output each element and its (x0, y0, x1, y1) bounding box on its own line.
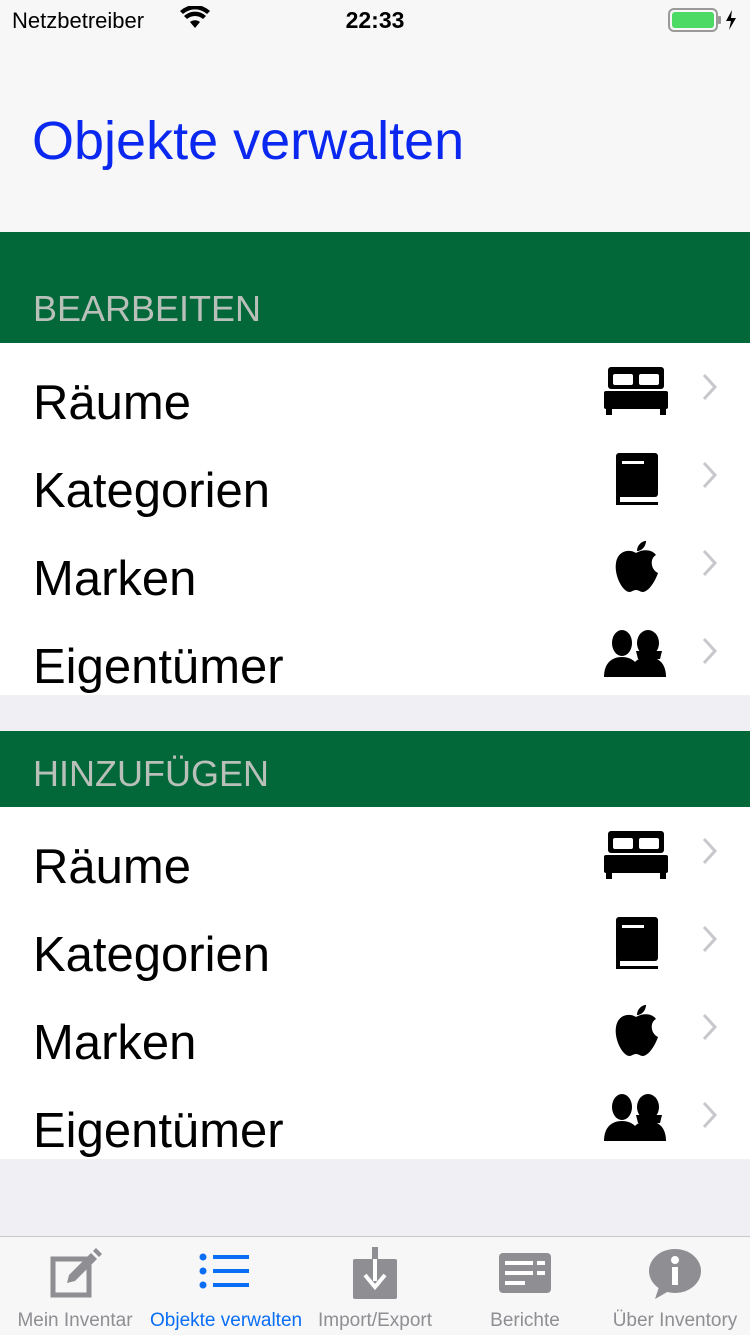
section-list-hinzufuegen: Räume Kategorien Marken Eigentümer (0, 807, 750, 1159)
list-item[interactable]: Eigentümer (0, 1071, 750, 1159)
report-icon (499, 1253, 551, 1293)
chevron-right-icon (702, 1013, 718, 1041)
book-icon (616, 453, 658, 505)
people-icon (604, 1094, 666, 1141)
status-bar: Netzbetreiber 22:33 (0, 0, 750, 40)
bed-icon (604, 367, 668, 415)
list-item[interactable]: Kategorien (0, 895, 750, 983)
bed-icon (604, 831, 668, 879)
page-title: Objekte verwalten (32, 111, 465, 171)
chevron-right-icon (702, 461, 718, 489)
section-header-hinzufuegen: HINZUFÜGEN (0, 731, 750, 807)
chevron-right-icon (702, 637, 718, 665)
list-item-label: Eigentümer (33, 1104, 284, 1158)
tab-bar: Mein Inventar Objekte verwalten Import/E… (0, 1236, 750, 1335)
clock: 22:33 (345, 7, 405, 33)
tab-objekte-verwalten[interactable]: Objekte verwalten (150, 1237, 303, 1335)
people-icon (604, 630, 666, 677)
tab-berichte[interactable]: Berichte (450, 1237, 600, 1335)
tab-label: Berichte (490, 1310, 560, 1331)
list-item-label: Eigentümer (33, 640, 284, 694)
tab-mein-inventar[interactable]: Mein Inventar (0, 1237, 150, 1335)
battery-icon (668, 8, 736, 32)
edit-icon (50, 1248, 102, 1298)
tab-label: Import/Export (317, 1310, 433, 1331)
chevron-right-icon (702, 549, 718, 577)
apple-icon (615, 541, 658, 592)
info-icon (649, 1249, 701, 1299)
list-item-label: Räume (33, 376, 191, 430)
section-header-bearbeiten: BEARBEITEN (0, 232, 750, 343)
list-icon (199, 1253, 249, 1289)
list-item-label: Marken (33, 552, 197, 606)
apple-icon (615, 1005, 658, 1056)
list-item-label: Kategorien (33, 928, 271, 982)
tab-label: Objekte verwalten (150, 1310, 303, 1331)
chevron-right-icon (702, 1101, 718, 1129)
list-item[interactable]: Marken (0, 519, 750, 607)
list-item-label: Räume (33, 840, 191, 894)
list-item[interactable]: Marken (0, 983, 750, 1071)
chevron-right-icon (702, 373, 718, 401)
section-header-label: BEARBEITEN (33, 288, 262, 329)
list-item-label: Marken (33, 1016, 197, 1070)
list-item[interactable]: Eigentümer (0, 607, 750, 695)
list-item-label: Kategorien (33, 464, 271, 518)
tab-label: Über Inventory (612, 1310, 738, 1331)
section-list-bearbeiten: Räume Kategorien Marken Eigentümer (0, 343, 750, 695)
tab-import-export[interactable]: Import/Export (300, 1237, 450, 1335)
list-item[interactable]: Räume (0, 807, 750, 895)
download-icon (353, 1247, 397, 1299)
list-item[interactable]: Räume (0, 343, 750, 431)
chevron-right-icon (702, 837, 718, 865)
section-header-label: HINZUFÜGEN (33, 753, 269, 794)
list-item[interactable]: Kategorien (0, 431, 750, 519)
tab-label: Mein Inventar (17, 1310, 133, 1331)
book-icon (616, 917, 658, 969)
chevron-right-icon (702, 925, 718, 953)
tab-ueber-inventory[interactable]: Über Inventory (600, 1237, 750, 1335)
